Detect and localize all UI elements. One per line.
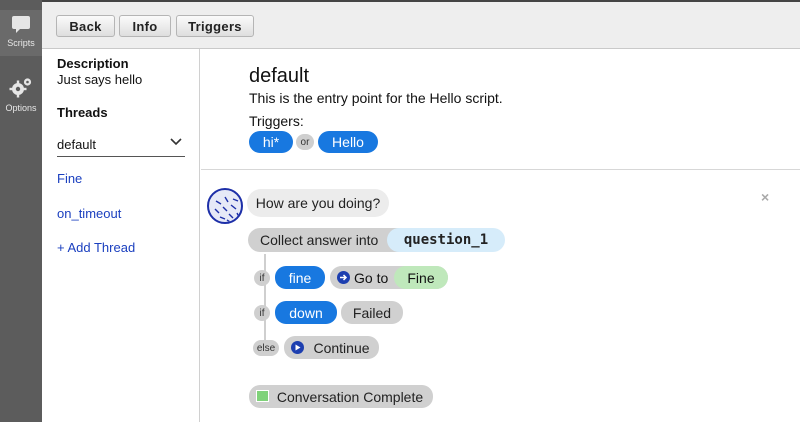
trigger-pill[interactable]: Hello	[318, 131, 378, 153]
thread-link-on-timeout[interactable]: on_timeout	[57, 206, 121, 221]
chevron-down-icon	[170, 138, 182, 146]
condition-pill[interactable]: fine	[275, 266, 325, 289]
thread-select[interactable]: default	[57, 133, 185, 157]
rail-options[interactable]: Options	[0, 74, 42, 120]
check-icon	[256, 390, 269, 402]
arrow-right-icon	[337, 271, 350, 284]
close-icon[interactable]: ×	[761, 189, 769, 205]
complete-label: Conversation Complete	[276, 388, 424, 405]
chat-bubble-icon	[12, 16, 30, 33]
if-badge: if	[254, 305, 270, 321]
add-thread-link[interactable]: + Add Thread	[57, 240, 135, 255]
failed-pill[interactable]: Failed	[341, 301, 403, 324]
conversation-complete-pill[interactable]: Conversation Complete	[249, 385, 433, 408]
description-heading: Description	[57, 56, 129, 71]
if-badge: if	[254, 270, 270, 286]
threads-heading: Threads	[57, 105, 108, 120]
or-badge: or	[296, 134, 314, 150]
thread-editor: default This is the entry point for the …	[201, 49, 800, 422]
gears-icon	[9, 78, 32, 98]
continue-pill[interactable]: Continue	[284, 336, 379, 359]
rail-scripts-label: Scripts	[7, 38, 35, 48]
header-divider	[201, 169, 800, 170]
trigger-pill[interactable]: hi*	[249, 131, 293, 153]
triggers-button[interactable]: Triggers	[176, 15, 254, 37]
app-rail: Scripts Options	[0, 0, 42, 422]
branch-line	[264, 254, 266, 350]
description-text: Just says hello	[57, 72, 143, 87]
script-info-panel: Description Just says hello Threads defa…	[42, 49, 200, 422]
back-button[interactable]: Back	[56, 15, 115, 37]
goto-block[interactable]: Go to Fine	[330, 266, 448, 289]
message-bubble[interactable]: How are you doing?	[247, 189, 389, 217]
continue-label: Continue	[313, 339, 370, 356]
condition-pill[interactable]: down	[275, 301, 337, 324]
bot-avatar	[207, 188, 243, 224]
goto-target[interactable]: Fine	[394, 266, 448, 289]
thread-link-fine[interactable]: Fine	[57, 171, 82, 186]
thread-select-value: default	[57, 137, 97, 152]
rail-options-label: Options	[5, 103, 37, 113]
thread-title: default	[249, 65, 310, 87]
top-toolbar: Back Info Triggers	[42, 0, 800, 49]
triggers-label: Triggers:	[249, 113, 304, 129]
info-button[interactable]: Info	[119, 15, 171, 37]
bot-pattern-icon	[214, 196, 240, 222]
thread-description: This is the entry point for the Hello sc…	[249, 90, 503, 106]
variable-name[interactable]: question_1	[387, 228, 505, 252]
goto-label: Go to	[354, 270, 389, 286]
else-badge: else	[253, 340, 279, 356]
rail-scripts[interactable]: Scripts	[0, 10, 42, 56]
collect-label: Collect answer into	[260, 232, 379, 248]
play-icon	[291, 341, 304, 354]
